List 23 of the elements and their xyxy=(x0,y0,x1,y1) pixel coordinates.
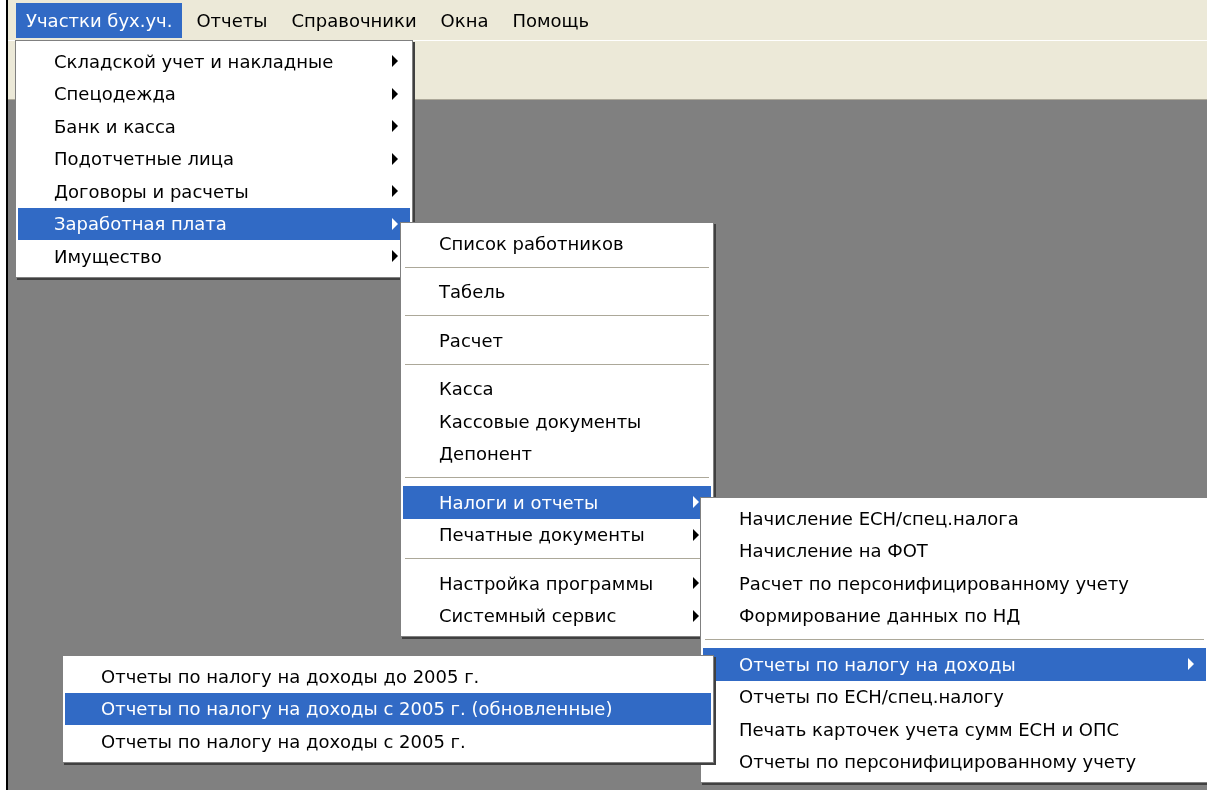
menu-item[interactable]: Табель xyxy=(403,275,711,308)
menu-item[interactable]: Расчет xyxy=(403,324,711,357)
menu-item[interactable]: Отчеты по налогу на доходы xyxy=(703,648,1206,681)
menu-item[interactable]: Банк и касса xyxy=(18,110,410,143)
menu-item[interactable]: Договоры и расчеты xyxy=(18,175,410,208)
menu-item[interactable]: Начисление на ФОТ xyxy=(703,534,1206,567)
menu-item[interactable]: Спецодежда xyxy=(18,77,410,110)
menu-item[interactable]: Налоги и отчеты xyxy=(403,486,711,519)
menu-item[interactable]: Отчеты по налогу на доходы с 2005 г. xyxy=(65,725,711,758)
menu-bar-item[interactable]: Отчеты xyxy=(186,2,278,38)
menu-item[interactable]: Кассовые документы xyxy=(403,405,711,438)
menu-bar-item[interactable]: Помощь xyxy=(502,2,600,38)
menu-bar-item[interactable]: Окна xyxy=(430,2,499,38)
menu-item[interactable]: Подотчетные лица xyxy=(18,142,410,175)
menu-bar-item[interactable]: Участки бух.уч. xyxy=(16,2,183,38)
menu-item[interactable]: Касса xyxy=(403,372,711,405)
menu-item[interactable]: Депонент xyxy=(403,437,711,470)
menu-item[interactable]: Отчеты по налогу на доходы с 2005 г. (обновленные) xyxy=(65,692,711,725)
menu-item[interactable]: Формирование данных по НД xyxy=(703,599,1206,632)
menu-bar-item[interactable]: Справочники xyxy=(281,2,427,38)
menu-item[interactable]: Расчет по персонифицированному учету xyxy=(703,567,1206,600)
menu-item[interactable]: Складской учет и накладные xyxy=(18,45,410,78)
menu-item[interactable]: Заработная плата xyxy=(18,207,410,240)
